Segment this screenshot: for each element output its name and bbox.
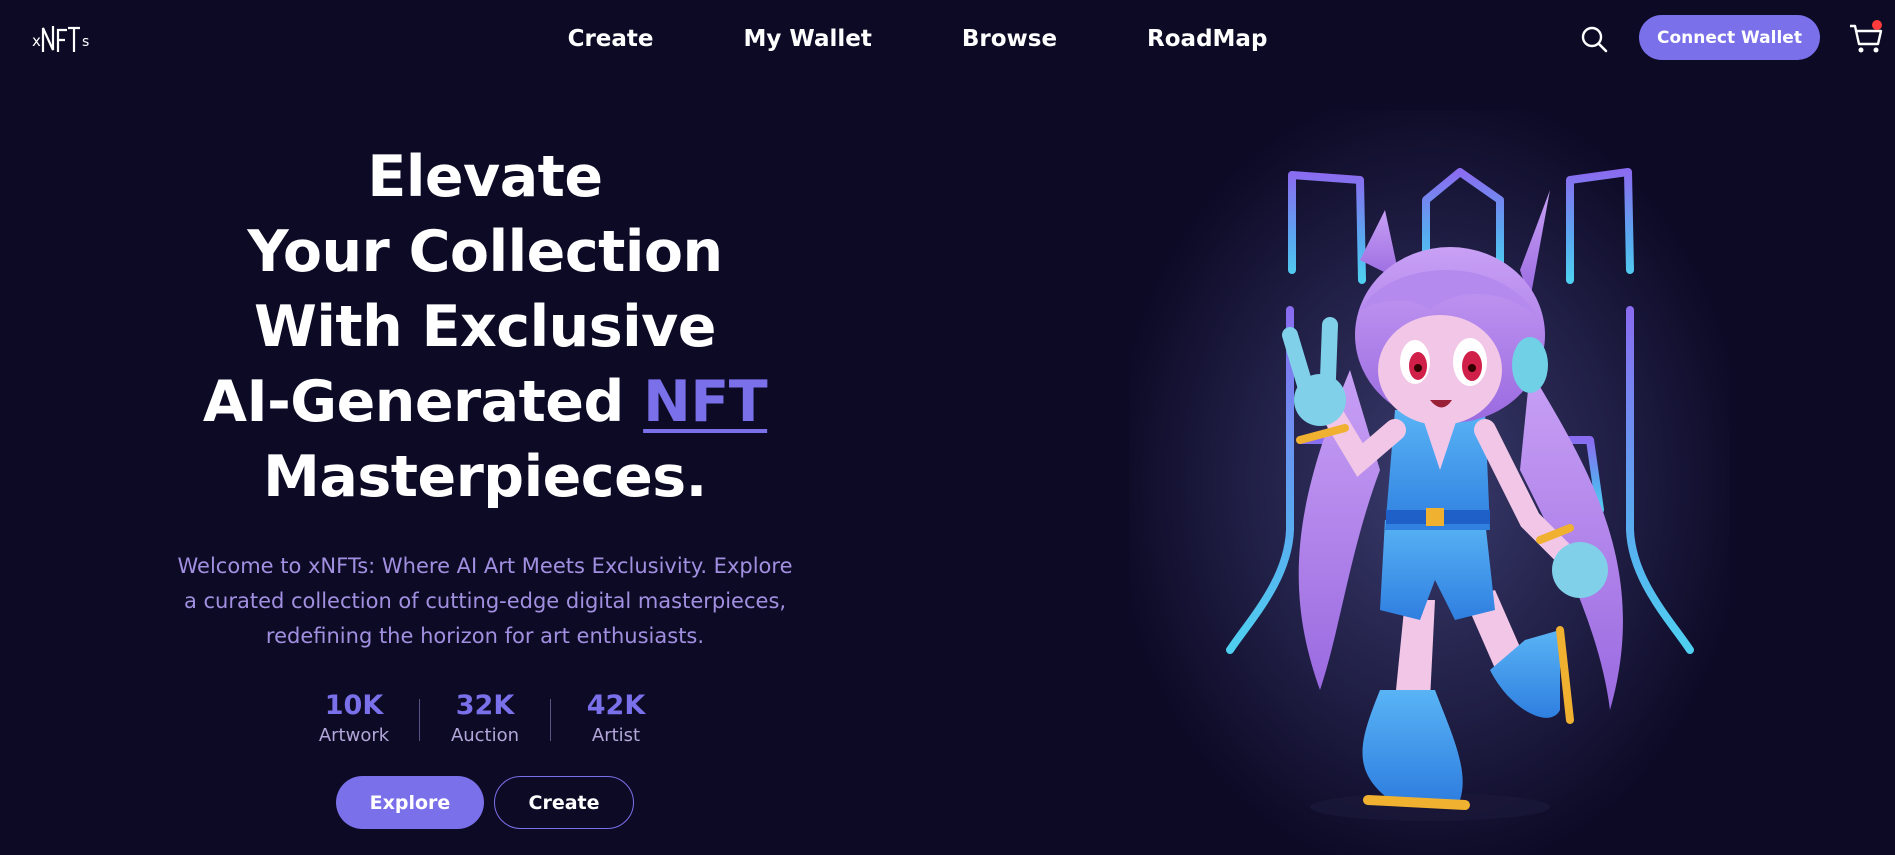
connect-wallet-button[interactable]: Connect Wallet: [1639, 15, 1820, 60]
cart-badge: [1872, 20, 1882, 30]
hero-title: Elevate Your Collection With Exclusive A…: [150, 140, 820, 515]
nav-my-wallet[interactable]: My Wallet: [699, 22, 917, 56]
nav-create[interactable]: Create: [523, 22, 699, 56]
nft-character-image: [1226, 168, 1694, 821]
hero-section: Elevate Your Collection With Exclusive A…: [150, 140, 820, 829]
cart-button[interactable]: [1848, 20, 1884, 56]
xnfts-logo: x s: [32, 26, 89, 52]
hero-title-line: Your Collection: [247, 219, 723, 285]
hero-title-accent: NFT: [643, 369, 768, 435]
hero-title-line: Elevate: [367, 144, 603, 210]
nav-browse[interactable]: Browse: [917, 22, 1102, 56]
explore-button[interactable]: Explore: [336, 776, 484, 829]
svg-text:x: x: [32, 32, 41, 50]
stat-auction: 32K Auction: [420, 690, 550, 750]
hero-title-line: With Exclusive: [254, 294, 716, 360]
hero-title-line: AI-Generated: [202, 369, 644, 435]
stat-label: Artist: [591, 725, 641, 746]
hero-actions: Explore Create: [150, 776, 820, 829]
main-nav: Create My Wallet Browse RoadMap: [0, 22, 1895, 56]
hero-title-line: Masterpieces.: [263, 444, 707, 510]
stat-value: 10K: [324, 690, 384, 721]
svg-text:s: s: [82, 34, 89, 50]
search-button[interactable]: [1578, 23, 1610, 55]
hero-illustration: [1130, 110, 1730, 855]
stat-label: Auction: [450, 725, 520, 746]
stats: 10K Artwork 32K Auction 42K Artist: [150, 690, 820, 750]
search-icon: [1581, 26, 1608, 53]
stat-artist: 42K Artist: [551, 690, 681, 750]
stat-label: Artwork: [318, 725, 390, 746]
stat-value: 42K: [586, 690, 646, 721]
stat-artwork: 10K Artwork: [289, 690, 419, 750]
create-button[interactable]: Create: [494, 776, 634, 829]
logo[interactable]: x s: [32, 22, 94, 58]
nav-roadmap[interactable]: RoadMap: [1102, 22, 1312, 56]
stat-value: 32K: [455, 690, 515, 721]
hero-description: Welcome to xNFTs: Where AI Art Meets Exc…: [177, 554, 793, 648]
